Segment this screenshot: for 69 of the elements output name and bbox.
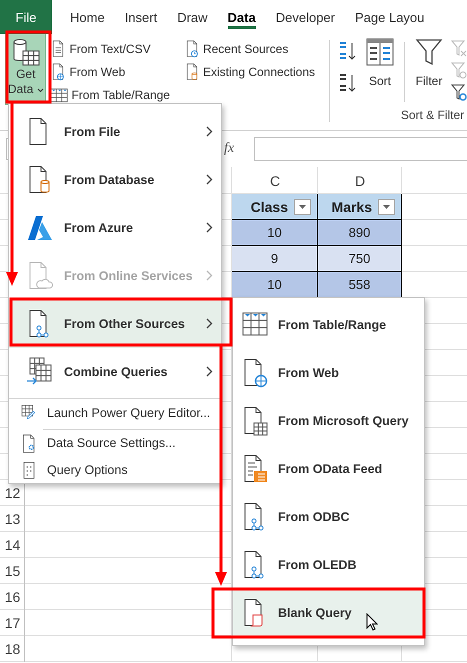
ribbon-tab[interactable]: Data (228, 5, 256, 29)
row-number: 17 (4, 615, 20, 631)
chevron-right-icon (206, 270, 213, 281)
menu-item[interactable]: Blank Query (233, 589, 424, 637)
feed-file-icon (242, 454, 268, 484)
globe-file-icon (50, 62, 66, 80)
menu-item[interactable]: From Other Sources (9, 300, 221, 348)
column-title: Class (250, 198, 288, 214)
menu-item[interactable]: From Azure (9, 204, 221, 252)
ribbon-command[interactable]: From Web (50, 60, 170, 83)
column-header: D (354, 172, 366, 188)
table-cell: 890 (318, 220, 402, 246)
column-header: C (270, 172, 280, 188)
table-cell: 10 (232, 220, 318, 246)
chevron-right-icon (206, 222, 213, 233)
chevron-right-icon (206, 366, 213, 377)
insert-function-label: fx (224, 141, 236, 157)
ribbon-command[interactable]: Recent Sources (184, 37, 316, 60)
database-table-icon (10, 37, 41, 67)
file-tab[interactable]: File (0, 0, 52, 34)
menu-item[interactable]: Launch Power Query Editor... (9, 398, 221, 426)
caret-down-icon (383, 204, 390, 208)
azure-icon (27, 213, 53, 243)
ribbon-tab[interactable]: Developer (276, 5, 335, 29)
table-cell: 9 (232, 246, 318, 272)
sort-icon (366, 38, 394, 66)
menu-item[interactable]: From ODBC (233, 493, 424, 541)
menu-item[interactable]: From File (9, 108, 221, 156)
row-number: 16 (4, 589, 20, 605)
column-title: Marks (332, 198, 372, 214)
chevron-right-icon (206, 126, 213, 137)
menu-item[interactable]: Query Options (9, 456, 221, 483)
cloud-file-icon (27, 261, 53, 291)
menu-item[interactable]: From OLEDB (233, 541, 424, 589)
menu-item[interactable]: From Database (9, 156, 221, 204)
row-number: 13 (4, 511, 20, 527)
filter-dropdown-button[interactable] (294, 198, 311, 214)
ribbon-command[interactable]: From Text/CSV (50, 37, 170, 60)
menu-item[interactable]: From Table/Range (233, 301, 424, 349)
table-cell: 750 (318, 246, 402, 272)
filter-dropdown-button[interactable] (378, 198, 395, 214)
row-number: 18 (4, 641, 20, 657)
formula-input-field[interactable] (254, 137, 467, 161)
group-label: Sort & Filter (400, 108, 466, 122)
globe-file-icon (242, 358, 268, 388)
row-number: 15 (4, 563, 20, 579)
table-file-icon (242, 406, 268, 436)
table-cell: 10 (232, 272, 318, 298)
filter-button[interactable]: Filter (411, 38, 447, 88)
chevron-right-icon (206, 174, 213, 185)
ribbon-tab[interactable]: Page Layou (355, 5, 424, 29)
menu-item[interactable]: From Web (233, 349, 424, 397)
menu-item[interactable]: Combine Queries (9, 348, 221, 396)
caret-down-icon (36, 88, 44, 93)
menu-item[interactable]: From Microsoft Query (233, 397, 424, 445)
caret-down-icon (299, 204, 306, 208)
ribbon-tab[interactable]: Draw (177, 5, 208, 29)
table-cell: 558 (318, 272, 402, 298)
ribbon-tab[interactable]: Home (70, 5, 105, 29)
ribbon-command[interactable]: Existing Connections (184, 60, 316, 83)
mouse-pointer-icon (366, 613, 378, 631)
row-number: 12 (4, 485, 20, 501)
combine-tables-icon (27, 357, 53, 387)
chevron-right-icon (206, 318, 213, 329)
menu-item[interactable]: From OData Feed (233, 445, 424, 493)
ribbon-tab[interactable]: Insert (124, 5, 158, 29)
row-number: 14 (4, 537, 20, 553)
sort-button[interactable]: Sort (362, 38, 398, 88)
funnel-icon (415, 38, 443, 66)
